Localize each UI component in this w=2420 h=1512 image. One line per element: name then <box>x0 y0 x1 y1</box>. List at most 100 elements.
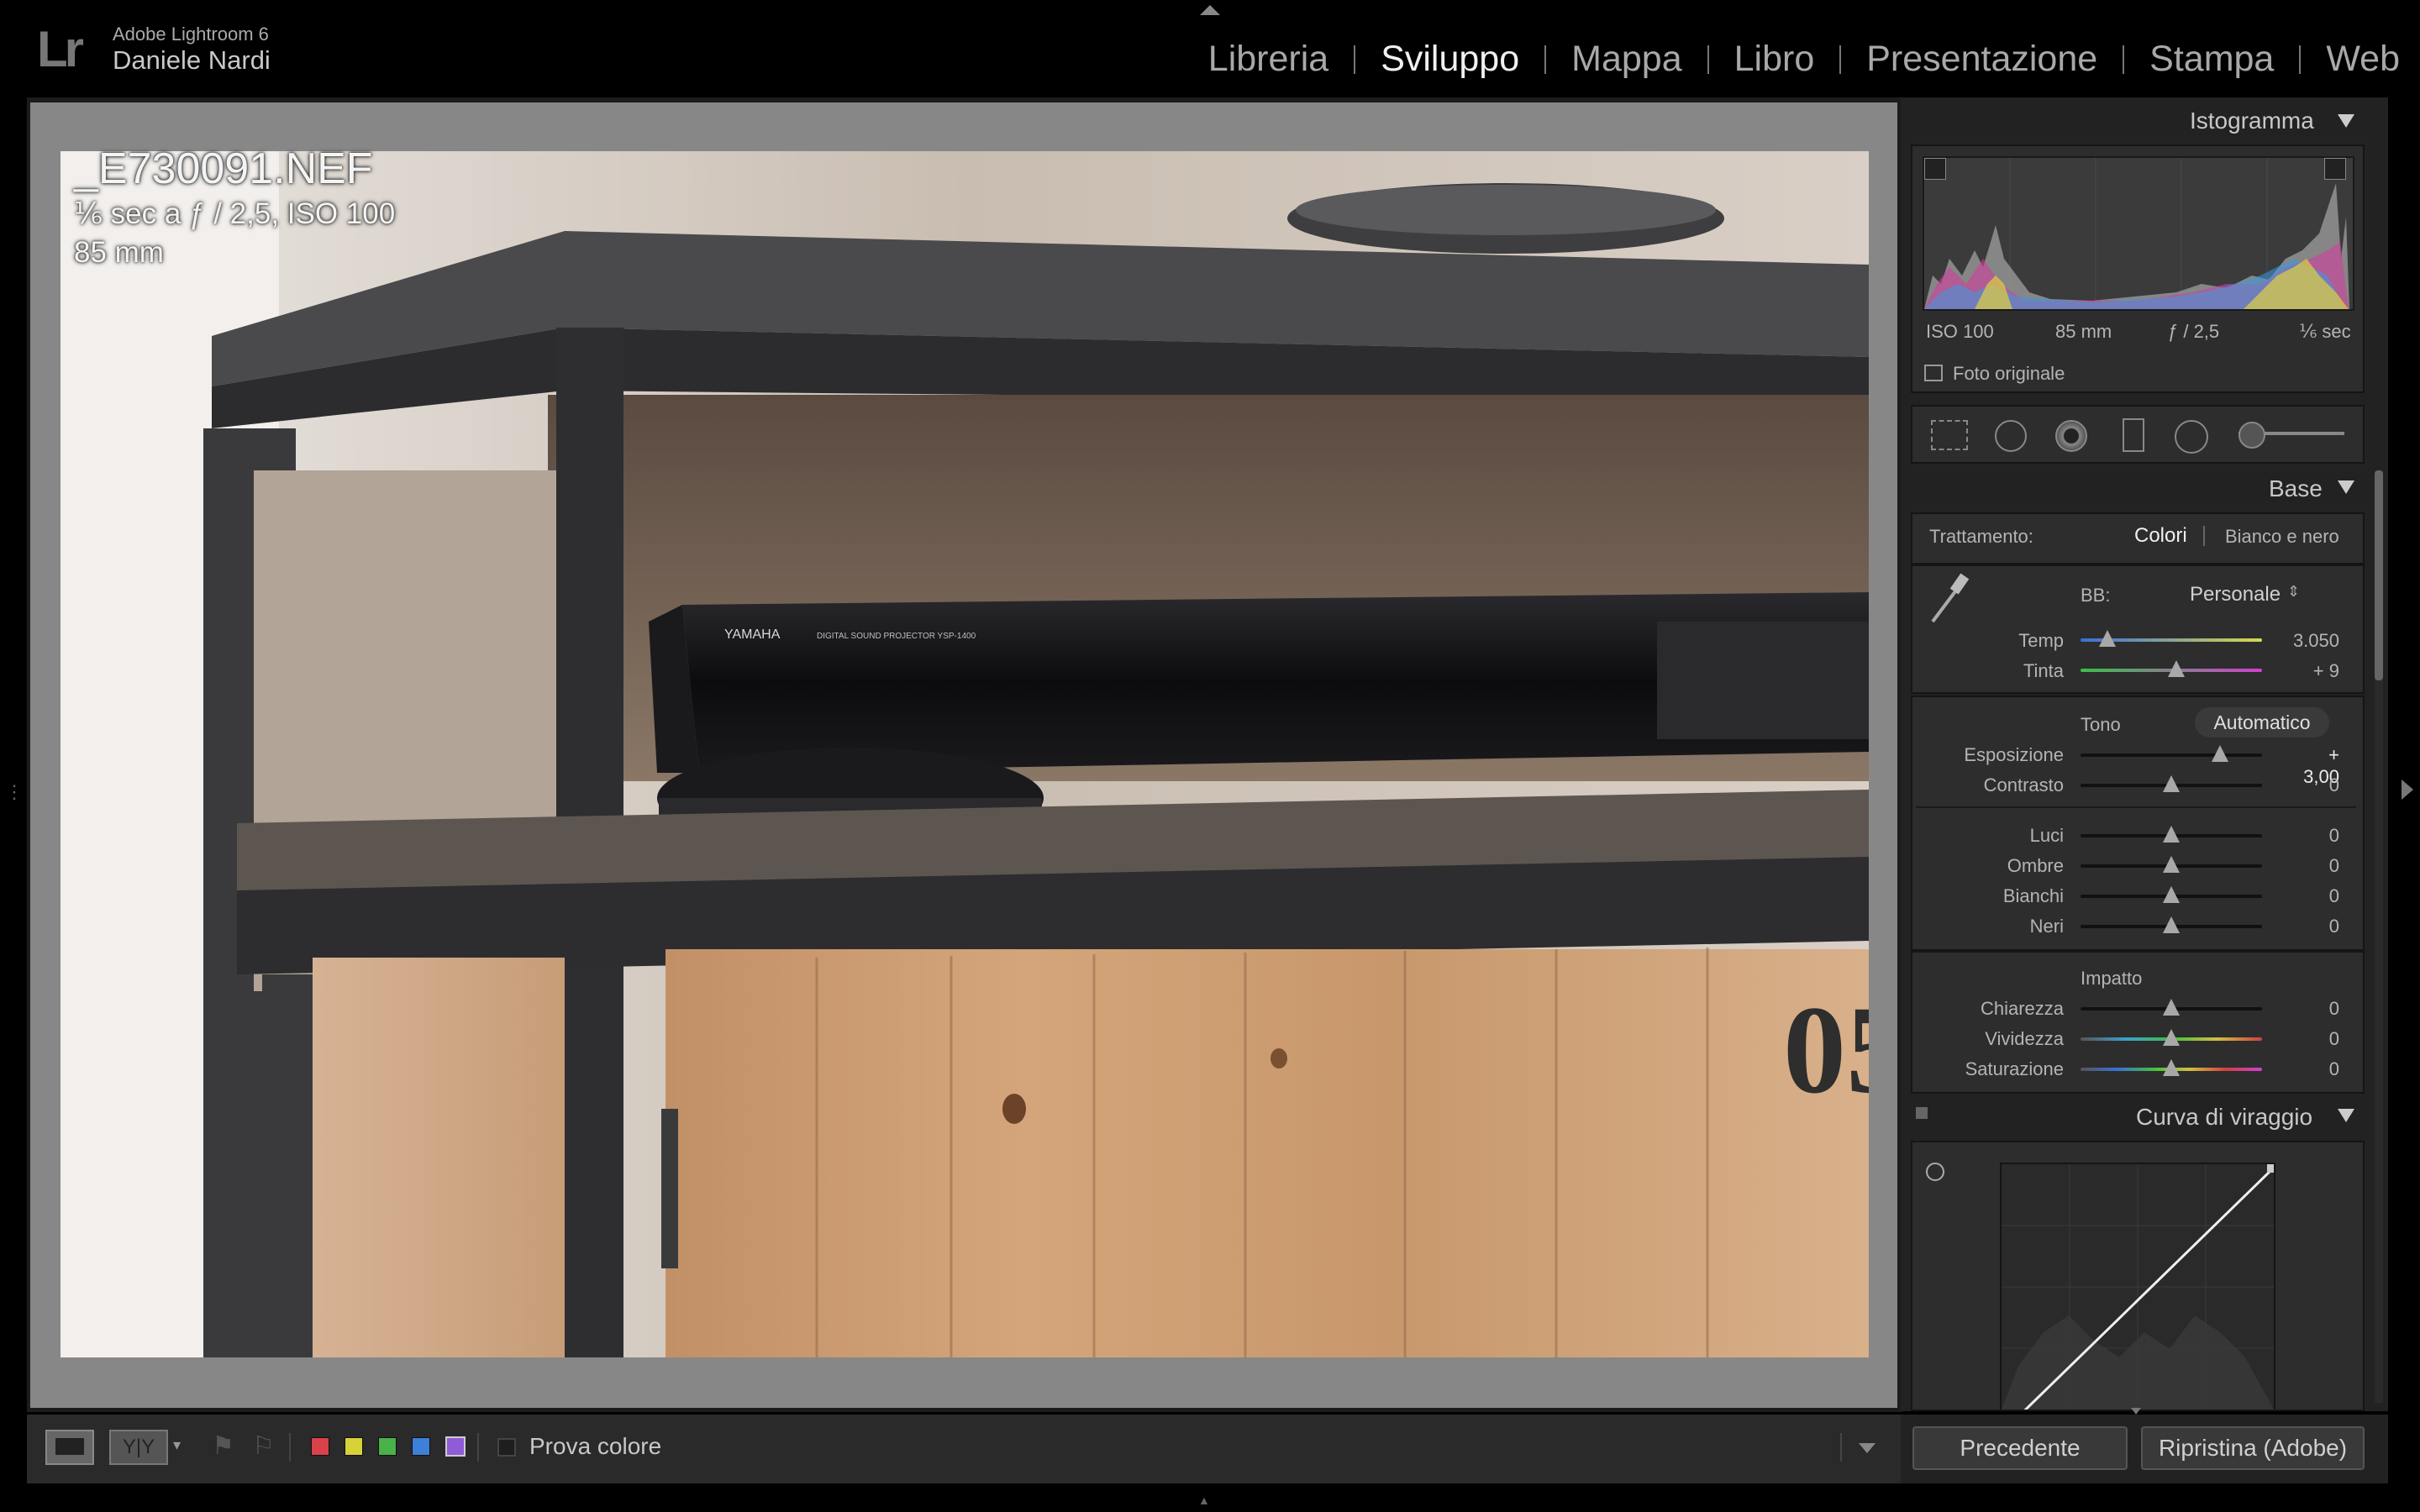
color-label-blue[interactable] <box>412 1437 430 1456</box>
loupe-view-button[interactable] <box>45 1430 94 1465</box>
whites-slider-thumb[interactable] <box>2163 886 2180 903</box>
shadows-value[interactable]: 0 <box>2289 855 2339 877</box>
module-presentazione[interactable]: Presentazione <box>1866 39 2097 80</box>
highlights-slider-thumb[interactable] <box>2163 826 2180 843</box>
module-sviluppo[interactable]: Sviluppo <box>1381 39 1519 80</box>
tint-value[interactable]: + 9 <box>2289 660 2339 682</box>
clarity-slider-thumb[interactable] <box>2163 999 2180 1016</box>
toolbar-separator <box>1840 1433 1842 1462</box>
photo-image: YAMAHA DIGITAL SOUND PROJECTOR YSP-1400 … <box>60 151 1869 1357</box>
app-product-name: Adobe Lightroom 6 <box>113 24 269 45</box>
photo-info-overlay: _E730091.NEF ⅙ sec a ƒ / 2,5, ISO 100 85… <box>74 143 395 272</box>
tone-divider <box>1916 806 2356 808</box>
histogram-focal: 85 mm <box>2055 321 2112 342</box>
color-label-green[interactable] <box>378 1437 397 1456</box>
color-label-red[interactable] <box>311 1437 329 1456</box>
before-after-dropdown-icon[interactable]: ▾ <box>173 1436 181 1454</box>
clarity-value[interactable]: 0 <box>2289 998 2339 1020</box>
histogram-title[interactable]: Istogramma <box>2190 108 2314 134</box>
blacks-value[interactable]: 0 <box>2289 916 2339 937</box>
filmstrip-toggle-icon[interactable]: ▲ <box>1198 1494 1210 1507</box>
vibrance-value[interactable]: 0 <box>2289 1028 2339 1050</box>
saturation-value[interactable]: 0 <box>2289 1058 2339 1080</box>
vibrance-slider-thumb[interactable] <box>2163 1029 2180 1046</box>
shadow-clipping-toggle-icon[interactable] <box>1924 158 1946 180</box>
temp-slider-thumb[interactable] <box>2099 630 2116 647</box>
box-number-text: 05 <box>1783 980 1869 1120</box>
radial-filter-tool-icon[interactable] <box>2175 420 2208 454</box>
soundbar-model-text: DIGITAL SOUND PROJECTOR YSP-1400 <box>817 632 976 641</box>
spot-removal-tool-icon[interactable] <box>1995 420 2027 452</box>
tint-label: Tinta <box>2023 660 2064 681</box>
original-photo-checkbox[interactable] <box>1924 365 1943 381</box>
module-mappa[interactable]: Mappa <box>1571 39 1681 80</box>
tone-curve-graph[interactable] <box>2000 1163 2275 1411</box>
module-separator <box>2123 45 2125 74</box>
treatment-bw-option[interactable]: Bianco e nero <box>2225 526 2339 548</box>
targeted-adjustment-icon[interactable] <box>1926 1163 1944 1181</box>
soft-proof-label: Prova colore <box>529 1433 662 1459</box>
graduated-filter-tool-icon[interactable] <box>2123 418 2144 452</box>
contrast-value[interactable]: 0 <box>2289 774 2339 796</box>
exposure-slider-track[interactable] <box>2081 753 2262 757</box>
tone-curve-enable-toggle[interactable] <box>1916 1107 1928 1119</box>
module-stampa[interactable]: Stampa <box>2149 39 2274 80</box>
flag-pick-icon[interactable]: ⚑ <box>212 1431 234 1461</box>
soft-proof-checkbox[interactable] <box>497 1438 516 1457</box>
wb-eyedropper-icon[interactable] <box>1928 571 1970 627</box>
module-libro[interactable]: Libro <box>1734 39 1815 80</box>
wb-dropdown-chevron-icon[interactable]: ⇕ <box>2287 583 2300 601</box>
blacks-slider-thumb[interactable] <box>2163 916 2180 933</box>
saturation-slider-thumb[interactable] <box>2163 1059 2180 1076</box>
temp-label: Temp <box>2018 630 2064 651</box>
flag-reject-icon[interactable]: ⚐ <box>252 1431 275 1461</box>
tone-label: Tono <box>2081 714 2121 735</box>
highlights-value[interactable]: 0 <box>2289 825 2339 847</box>
crop-tool-icon[interactable] <box>1931 420 1968 450</box>
wb-preset-dropdown[interactable]: Personale <box>2190 583 2281 606</box>
wb-label: BB: <box>2081 585 2111 606</box>
adjustment-brush-tool-icon[interactable] <box>2238 422 2265 449</box>
treatment-separator <box>2203 526 2205 546</box>
top-panel-toggle-icon[interactable] <box>1200 5 1220 15</box>
color-label-purple[interactable] <box>445 1436 466 1457</box>
treatment-color-option[interactable]: Colori <box>2134 524 2187 548</box>
toolbar-options-dropdown-icon[interactable] <box>1859 1443 1876 1453</box>
tone-curve-title[interactable]: Curva di viraggio <box>2136 1104 2312 1131</box>
before-after-view-button[interactable]: Y|Y <box>109 1430 168 1465</box>
tone-curve-collapse-icon[interactable] <box>2338 1109 2354 1122</box>
base-panel-title[interactable]: Base <box>2269 475 2323 502</box>
right-panel-scrollbar-thumb[interactable] <box>2375 470 2383 680</box>
shadows-slider-thumb[interactable] <box>2163 856 2180 873</box>
color-label-yellow[interactable] <box>345 1437 363 1456</box>
module-picker: Libreria Sviluppo Mappa Libro Presentazi… <box>1208 39 2400 80</box>
auto-tone-button[interactable]: Automatico <box>2195 707 2329 738</box>
exposure-label: Esposizione <box>1964 744 2064 765</box>
previous-settings-button[interactable]: Precedente <box>1912 1426 2128 1470</box>
clarity-label: Chiarezza <box>1980 998 2064 1019</box>
histogram-collapse-icon[interactable] <box>2338 114 2354 128</box>
tone-curve-resize-icon[interactable] <box>2131 1408 2141 1415</box>
temp-value[interactable]: 3.050 <box>2289 630 2339 652</box>
toolbar-separator <box>477 1433 479 1462</box>
module-web[interactable]: Web <box>2326 39 2400 80</box>
histogram-chart[interactable] <box>1923 156 2354 311</box>
red-eye-tool-icon[interactable] <box>2055 420 2087 452</box>
histogram-shutter: ⅙ sec <box>2299 321 2351 342</box>
highlight-clipping-toggle-icon[interactable] <box>2324 158 2346 180</box>
module-libreria[interactable]: Libreria <box>1208 39 1328 80</box>
right-panel-toggle-icon[interactable] <box>2402 780 2413 800</box>
toolbar-separator <box>289 1433 291 1462</box>
contrast-slider-thumb[interactable] <box>2163 775 2180 792</box>
whites-value[interactable]: 0 <box>2289 885 2339 907</box>
shadows-label: Ombre <box>2007 855 2064 876</box>
left-panel-toggle-icon[interactable]: ⋮ <box>5 781 24 803</box>
soundbar-brand-text: YAMAHA <box>724 627 781 642</box>
photo-preview[interactable]: YAMAHA DIGITAL SOUND PROJECTOR YSP-1400 … <box>60 151 1869 1357</box>
saturation-label: Saturazione <box>1965 1058 2064 1079</box>
exposure-slider-thumb[interactable] <box>2212 745 2228 762</box>
reset-button[interactable]: Ripristina (Adobe) <box>2141 1426 2365 1470</box>
identity-plate-user: Daniele Nardi <box>113 45 271 75</box>
tint-slider-thumb[interactable] <box>2168 660 2185 677</box>
base-collapse-icon[interactable] <box>2338 480 2354 494</box>
